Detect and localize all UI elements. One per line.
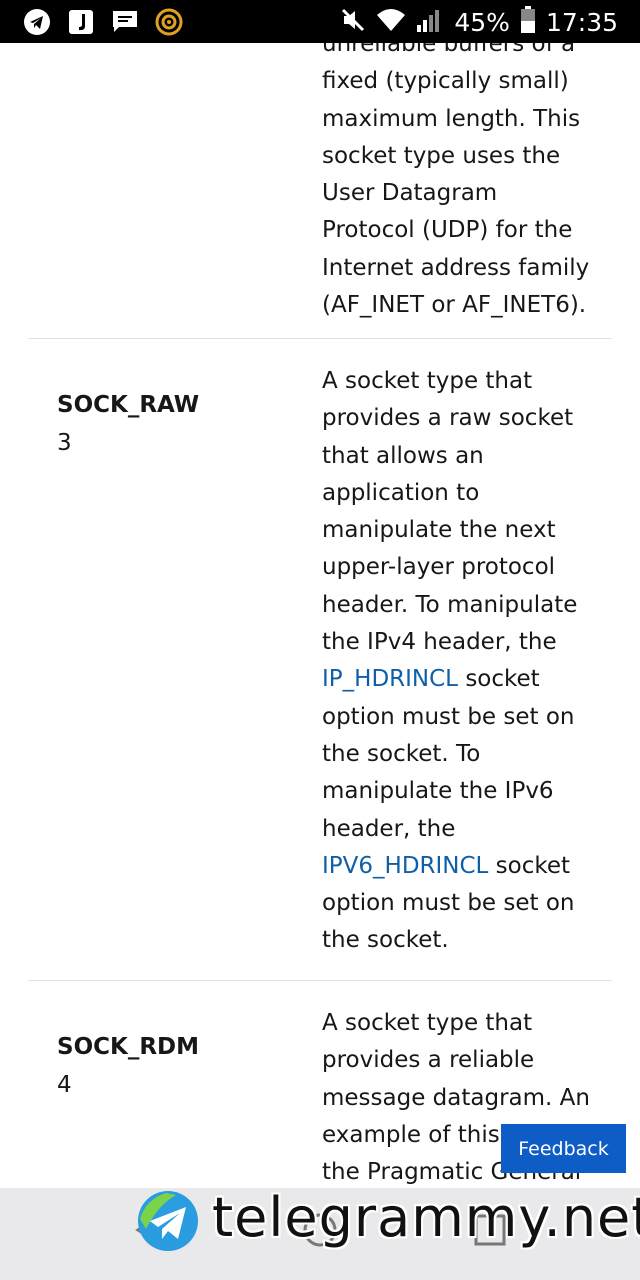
desc-line: A socket type that xyxy=(322,1010,533,1036)
telegram-notification-icon xyxy=(22,7,52,37)
wifi-icon xyxy=(376,7,406,37)
message-icon xyxy=(110,7,140,37)
row-divider xyxy=(28,338,612,339)
desc-line: A socket type that xyxy=(322,368,533,394)
desc-line: option must be set on xyxy=(322,703,575,730)
ip-hdrincl-link[interactable]: IP_HDRINCL xyxy=(322,666,458,692)
desc-line: provides a raw socket xyxy=(322,405,574,432)
desc-line: the IPv4 header, the xyxy=(322,629,557,656)
desc-line: IPV6_HDRINCL socket xyxy=(322,848,592,885)
desc-line: the socket. To xyxy=(322,740,481,767)
desc-line: application to xyxy=(322,479,480,506)
desc-line: (AF_INET or AF_INET6). xyxy=(322,292,587,319)
desc-line: manipulate the IPv6 xyxy=(322,778,554,805)
constant-value: 3 xyxy=(57,430,72,456)
constant-value: 4 xyxy=(57,1072,72,1098)
signal-icon xyxy=(416,7,444,37)
row-description: unreliable buffers of a fixed (typically… xyxy=(322,43,592,324)
desc-line: message datagram. An xyxy=(322,1084,590,1111)
telegram-logo-icon xyxy=(136,1189,200,1253)
battery-icon xyxy=(520,6,536,38)
desc-line: provides a reliable xyxy=(322,1047,535,1074)
desc-line: header. To manipulate xyxy=(322,591,578,618)
desc-text: socket xyxy=(458,666,540,693)
page-content[interactable]: unreliable buffers of a fixed (typically… xyxy=(0,43,640,1188)
desc-line: IP_HDRINCL socket xyxy=(322,661,592,698)
battery-percent: 45% xyxy=(454,7,510,37)
desc-text: socket xyxy=(488,852,571,879)
desc-line: the socket. xyxy=(322,927,449,954)
clock: 17:35 xyxy=(545,7,618,37)
desc-line: socket type uses the xyxy=(322,142,561,169)
watermark-text: telegrammy.net xyxy=(212,1186,640,1249)
desc-line: unreliable buffers of a xyxy=(322,43,576,57)
desc-line: Protocol (UDP) for the xyxy=(322,217,573,244)
desc-line: option must be set on xyxy=(322,890,575,917)
desc-line: manipulate the next xyxy=(322,517,556,544)
mute-icon xyxy=(340,7,366,37)
ipv6-hdrincl-link[interactable]: IPV6_HDRINCL xyxy=(322,853,488,879)
row-description: A socket type that provides a raw socket… xyxy=(322,363,592,960)
desc-line: Internet address family xyxy=(322,254,590,281)
constant-name: SOCK_RDM xyxy=(57,1034,200,1060)
desc-line: upper-layer protocol xyxy=(322,554,556,581)
constant-name: SOCK_RAW xyxy=(57,392,200,418)
desc-line: header, the xyxy=(322,815,456,842)
feedback-button[interactable]: Feedback xyxy=(501,1124,626,1173)
music-app-icon xyxy=(66,7,96,37)
status-bar: 45% 17:35 xyxy=(0,0,640,43)
vpn-app-icon xyxy=(154,7,184,37)
desc-line: User Datagram xyxy=(322,180,498,207)
desc-line: that allows an xyxy=(322,442,484,469)
desc-line: fixed (typically small) xyxy=(322,68,569,95)
desc-line: maximum length. This xyxy=(322,105,581,132)
row-divider xyxy=(28,980,612,981)
